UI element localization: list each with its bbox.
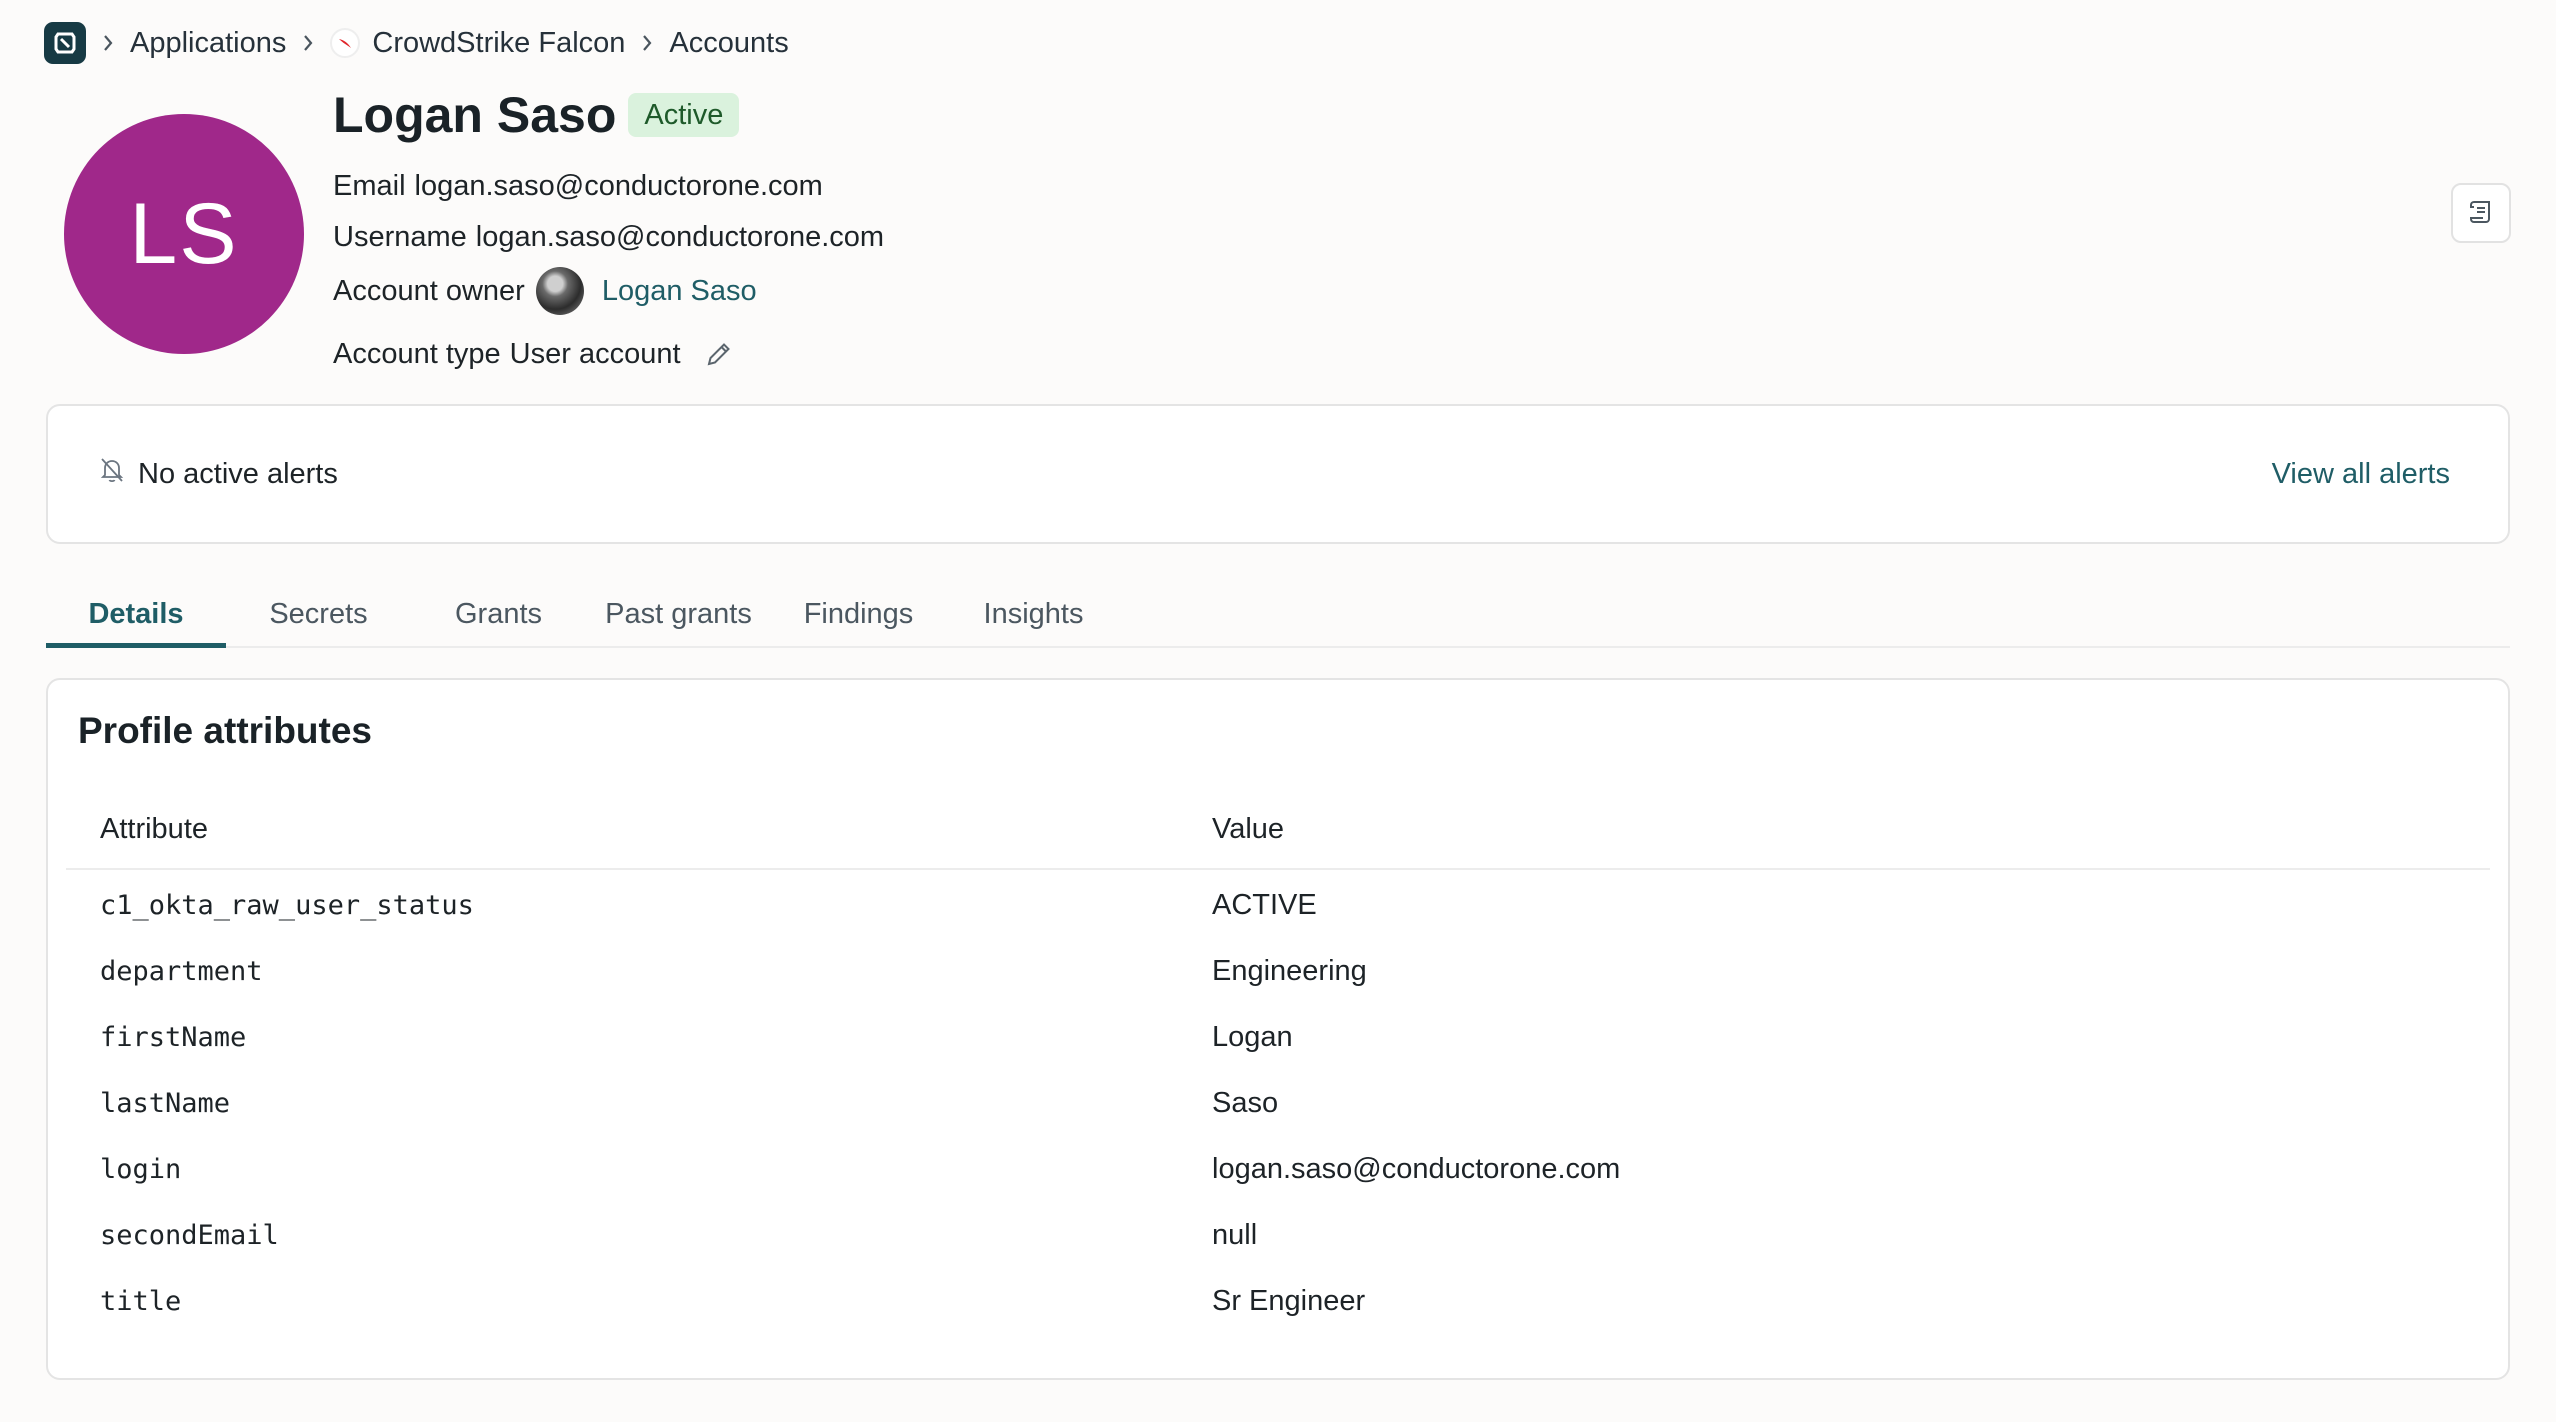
status-badge: Active bbox=[628, 93, 740, 137]
tab-findings[interactable]: Findings bbox=[771, 586, 946, 648]
attribute-value: Logan bbox=[1212, 1020, 1293, 1053]
table-row: c1_okta_raw_user_status ACTIVE bbox=[66, 872, 2490, 938]
username-value: logan.saso@conductorone.com bbox=[475, 220, 885, 253]
tab-past-grants[interactable]: Past grants bbox=[586, 586, 771, 648]
email-value: logan.saso@conductorone.com bbox=[414, 169, 823, 202]
attribute-value: ACTIVE bbox=[1212, 888, 1317, 921]
alerts-status: No active alerts bbox=[96, 454, 338, 494]
chevron-right-icon bbox=[286, 33, 330, 53]
attribute-key: department bbox=[100, 955, 263, 987]
email-row: Email logan.saso@conductorone.com bbox=[333, 166, 823, 206]
attribute-key: lastName bbox=[100, 1087, 231, 1119]
attribute-value: Sr Engineer bbox=[1212, 1284, 1366, 1317]
table-row: firstName Logan bbox=[66, 1004, 2490, 1070]
view-all-alerts-link[interactable]: View all alerts bbox=[2272, 458, 2450, 491]
bell-off-icon bbox=[96, 454, 138, 494]
attribute-value: null bbox=[1212, 1218, 1258, 1251]
account-type-row: Account type User account bbox=[333, 334, 735, 374]
email-label: Email bbox=[333, 169, 406, 202]
avatar-initials: LS bbox=[129, 185, 239, 282]
pencil-icon[interactable] bbox=[703, 338, 735, 370]
breadcrumb: Applications CrowdStrike Falcon Accounts bbox=[44, 22, 789, 64]
profile-attributes-title: Profile attributes bbox=[78, 710, 372, 751]
attribute-key: c1_okta_raw_user_status bbox=[100, 889, 474, 921]
owner-link[interactable]: Logan Saso bbox=[602, 275, 757, 308]
chevron-right-icon bbox=[625, 33, 669, 53]
breadcrumb-app[interactable]: CrowdStrike Falcon bbox=[372, 27, 625, 60]
chevron-right-icon bbox=[86, 33, 130, 53]
tab-details[interactable]: Details bbox=[46, 586, 226, 648]
profile-attributes-card: Profile attributes Attribute Value c1_ok… bbox=[46, 678, 2510, 1380]
tab-grants[interactable]: Grants bbox=[411, 586, 586, 648]
document-button[interactable] bbox=[2451, 183, 2511, 243]
owner-label: Account owner bbox=[333, 274, 525, 307]
attribute-key: firstName bbox=[100, 1021, 247, 1053]
table-row: secondEmail null bbox=[66, 1202, 2490, 1268]
table-row: lastName Saso bbox=[66, 1070, 2490, 1136]
attribute-value: Saso bbox=[1212, 1086, 1279, 1119]
table-row: login logan.saso@conductorone.com bbox=[66, 1136, 2490, 1202]
tab-insights[interactable]: Insights bbox=[946, 586, 1121, 648]
username-row: Username logan.saso@conductorone.com bbox=[333, 217, 884, 257]
no-alerts-text: No active alerts bbox=[138, 457, 338, 490]
breadcrumb-applications[interactable]: Applications bbox=[130, 27, 286, 60]
attribute-value: Engineering bbox=[1212, 954, 1367, 987]
column-header-value: Value bbox=[1212, 812, 1285, 845]
attribute-value: logan.saso@conductorone.com bbox=[1212, 1152, 1621, 1185]
tab-bar: Details Secrets Grants Past grants Findi… bbox=[46, 586, 2510, 648]
owner-avatar bbox=[535, 267, 584, 315]
username-label: Username bbox=[333, 220, 467, 253]
crowdstrike-app-icon bbox=[330, 28, 361, 58]
account-type-value: User account bbox=[509, 337, 681, 370]
attribute-key: title bbox=[100, 1285, 182, 1317]
account-type-label: Account type bbox=[333, 337, 501, 370]
alerts-card: No active alerts View all alerts bbox=[46, 404, 2510, 544]
attribute-key: login bbox=[100, 1153, 182, 1185]
attributes-table: Attribute Value c1_okta_raw_user_status … bbox=[66, 790, 2490, 1334]
table-header: Attribute Value bbox=[66, 790, 2490, 870]
owner-row: Account owner Logan Saso bbox=[333, 266, 757, 316]
account-header: Logan Saso Active bbox=[333, 82, 740, 148]
table-row: title Sr Engineer bbox=[66, 1268, 2490, 1334]
scroll-document-icon bbox=[2465, 196, 2497, 231]
account-name: Logan Saso bbox=[333, 87, 617, 143]
account-avatar: LS bbox=[64, 114, 304, 354]
column-header-attribute: Attribute bbox=[100, 812, 208, 845]
breadcrumb-accounts[interactable]: Accounts bbox=[669, 27, 788, 60]
attribute-key: secondEmail bbox=[100, 1219, 279, 1251]
tab-secrets[interactable]: Secrets bbox=[226, 586, 411, 648]
conductorone-logo-icon[interactable] bbox=[44, 22, 86, 64]
page: Applications CrowdStrike Falcon Accounts… bbox=[0, 0, 2556, 1422]
table-row: department Engineering bbox=[66, 938, 2490, 1004]
